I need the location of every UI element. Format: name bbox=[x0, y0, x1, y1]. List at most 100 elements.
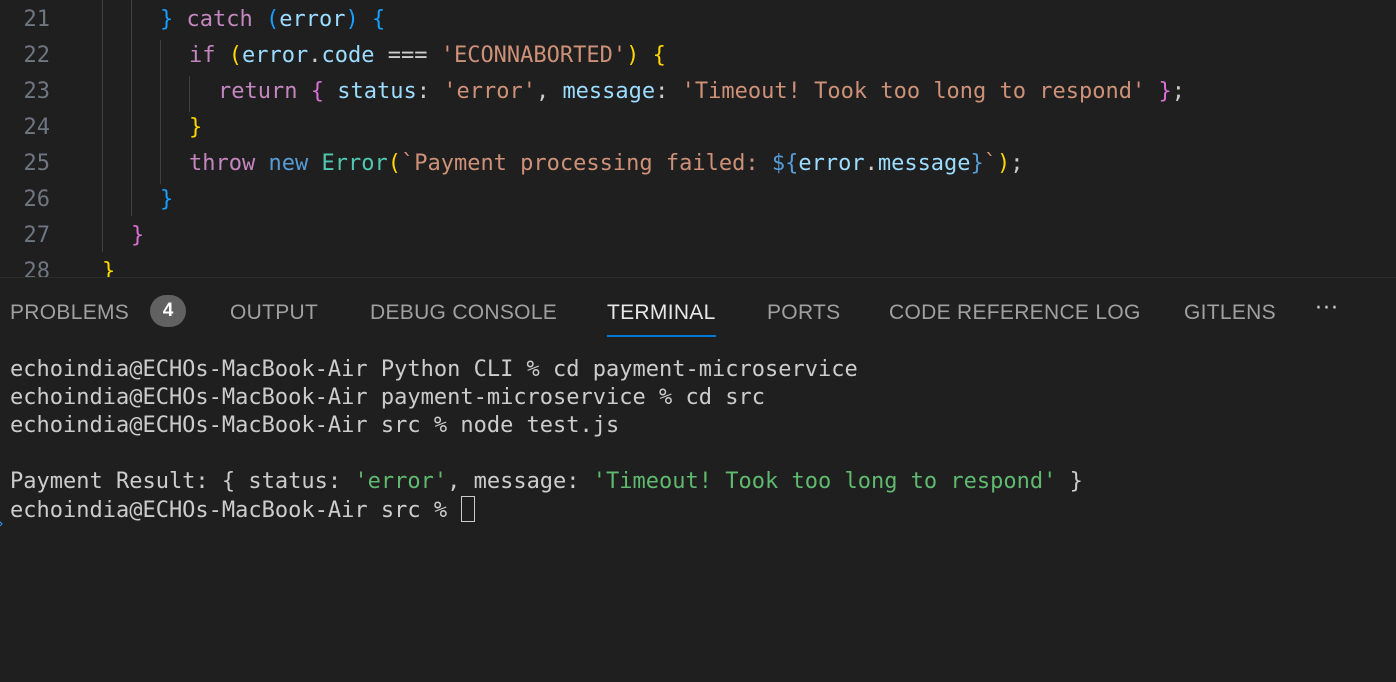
code-token: new bbox=[268, 151, 309, 176]
code-token: . bbox=[864, 151, 878, 176]
terminal-prompt: echoindia@ECHOs-MacBook-Air src % bbox=[10, 498, 461, 523]
code-token: error bbox=[798, 151, 865, 176]
result-mid: , message: bbox=[447, 469, 593, 494]
code-token: { bbox=[310, 79, 324, 104]
code-token: } bbox=[131, 223, 145, 248]
code-line[interactable]: 27 } bbox=[0, 218, 1396, 254]
line-number: 21 bbox=[23, 7, 51, 32]
code-token: catch bbox=[186, 7, 253, 32]
line-number: 27 bbox=[23, 223, 51, 248]
code-token: return bbox=[218, 79, 298, 104]
code-token: , bbox=[535, 79, 563, 104]
code-token: ) bbox=[997, 151, 1011, 176]
code-token: ` bbox=[983, 151, 998, 176]
code-token: error bbox=[279, 7, 346, 32]
line-number: 24 bbox=[23, 115, 51, 140]
code-token: message bbox=[877, 151, 971, 176]
tab-problems[interactable]: PROBLEMS bbox=[10, 298, 129, 332]
code-token: ( bbox=[387, 151, 401, 176]
code-token: 'Timeout! Took too long to respond' bbox=[681, 79, 1146, 104]
code-token: === bbox=[374, 43, 441, 68]
line-number: 22 bbox=[23, 43, 51, 68]
code-token: 'error' bbox=[443, 79, 536, 104]
result-suffix: } bbox=[1056, 469, 1083, 494]
code-token: } bbox=[1158, 79, 1172, 104]
panel-tab-bar: PROBLEMS 4 OUTPUT DEBUG CONSOLE TERMINAL… bbox=[0, 278, 1396, 344]
code-token: . bbox=[308, 43, 322, 68]
code-token: : bbox=[655, 79, 682, 104]
code-token: } bbox=[970, 151, 984, 176]
code-text: } bbox=[189, 114, 202, 142]
result-status: 'error' bbox=[354, 469, 448, 494]
tab-gitlens[interactable]: GITLENS bbox=[1184, 298, 1276, 332]
code-token: ) bbox=[345, 7, 359, 32]
code-token: { bbox=[652, 43, 666, 68]
code-token: code bbox=[321, 43, 375, 68]
code-text: } bbox=[102, 258, 115, 277]
line-number: 25 bbox=[23, 151, 51, 176]
bottom-panel: PROBLEMS 4 OUTPUT DEBUG CONSOLE TERMINAL… bbox=[0, 277, 1396, 682]
terminal-cursor bbox=[461, 496, 476, 522]
more-actions-icon[interactable]: ··· bbox=[1310, 292, 1344, 326]
result-message: 'Timeout! Took too long to respond' bbox=[592, 469, 1057, 494]
terminal-prompt-line[interactable]: echoindia@ECHOs-MacBook-Air src % bbox=[10, 496, 476, 524]
code-text: if (error.code === 'ECONNABORTED') { bbox=[189, 42, 666, 70]
terminal-result-line: Payment Result: { status: 'error', messa… bbox=[10, 468, 1083, 496]
code-token: ) bbox=[626, 43, 640, 68]
tab-terminal[interactable]: TERMINAL bbox=[607, 298, 716, 337]
code-token: Error bbox=[321, 151, 388, 176]
code-text: } bbox=[131, 222, 144, 250]
terminal-line: echoindia@ECHOs-MacBook-Air payment-micr… bbox=[10, 385, 765, 410]
code-line[interactable]: 28 } bbox=[0, 254, 1396, 277]
code-line[interactable]: 21 } catch (error) { bbox=[0, 2, 1396, 38]
code-token: { bbox=[371, 7, 386, 32]
terminal-line: echoindia@ECHOs-MacBook-Air src % node t… bbox=[10, 413, 620, 438]
code-token: status bbox=[337, 79, 417, 104]
code-line[interactable]: 23 return { status: 'error', message: 'T… bbox=[0, 74, 1396, 110]
code-token: message bbox=[562, 79, 656, 104]
tab-output[interactable]: OUTPUT bbox=[230, 298, 318, 332]
code-token: } bbox=[102, 259, 116, 277]
code-text: throw new Error(`Payment processing fail… bbox=[189, 150, 1024, 178]
code-token: : bbox=[416, 79, 444, 104]
code-editor[interactable]: 21 } catch (error) { 22 if (error.code =… bbox=[0, 0, 1396, 277]
code-text: } catch (error) { bbox=[160, 6, 385, 34]
line-number: 23 bbox=[23, 79, 51, 104]
terminal-line: echoindia@ECHOs-MacBook-Air Python CLI %… bbox=[10, 357, 858, 382]
code-token: ; bbox=[1171, 79, 1185, 104]
code-line[interactable]: 26 } bbox=[0, 182, 1396, 218]
problems-count-badge: 4 bbox=[150, 295, 186, 327]
line-number: 28 bbox=[23, 259, 51, 277]
tab-debug-console[interactable]: DEBUG CONSOLE bbox=[370, 298, 557, 332]
tab-code-reference-log[interactable]: CODE REFERENCE LOG bbox=[889, 298, 1141, 332]
code-line[interactable]: 22 if (error.code === 'ECONNABORTED') { bbox=[0, 38, 1396, 74]
code-token: throw bbox=[189, 151, 256, 176]
code-token: ( bbox=[265, 7, 280, 32]
code-text: return { status: 'error', message: 'Time… bbox=[218, 78, 1185, 106]
code-token: } bbox=[160, 7, 187, 32]
code-token: 'ECONNABORTED' bbox=[440, 43, 627, 68]
line-number: 26 bbox=[23, 187, 51, 212]
code-token: error bbox=[242, 43, 309, 68]
code-token: ; bbox=[1010, 151, 1024, 176]
result-prefix: Payment Result: { status: bbox=[10, 469, 355, 494]
tab-ports[interactable]: PORTS bbox=[767, 298, 840, 332]
code-token: ${ bbox=[771, 151, 799, 176]
terminal-output[interactable]: echoindia@ECHOs-MacBook-Air Python CLI %… bbox=[0, 344, 1396, 682]
code-token: } bbox=[189, 115, 203, 140]
code-line[interactable]: 24 } bbox=[0, 110, 1396, 146]
code-token: if bbox=[189, 43, 216, 68]
code-line[interactable]: 25 throw new Error(`Payment processing f… bbox=[0, 146, 1396, 182]
code-token: } bbox=[160, 187, 174, 212]
code-text: } bbox=[160, 186, 173, 214]
code-token: `Payment processing failed: bbox=[400, 151, 772, 176]
